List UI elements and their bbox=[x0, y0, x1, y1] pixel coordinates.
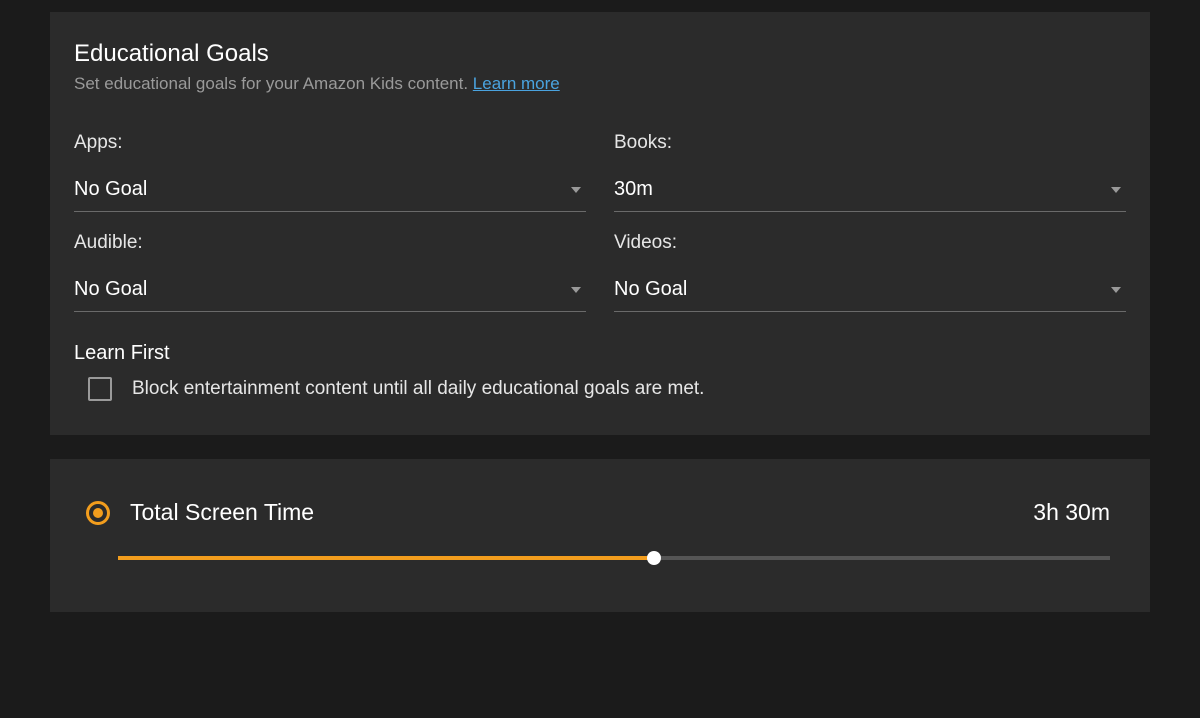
select-videos[interactable]: No Goal bbox=[614, 272, 1126, 312]
chevron-down-icon bbox=[570, 184, 582, 196]
screen-time-title: Total Screen Time bbox=[130, 499, 314, 526]
educational-goals-card: Educational Goals Set educational goals … bbox=[50, 12, 1150, 435]
select-audible[interactable]: No Goal bbox=[74, 272, 586, 312]
select-apps[interactable]: No Goal bbox=[74, 172, 586, 212]
learn-first-checkbox[interactable] bbox=[88, 377, 112, 401]
educational-goals-subtitle: Set educational goals for your Amazon Ki… bbox=[74, 74, 1126, 94]
field-books: Books: 30m bbox=[614, 132, 1126, 212]
chevron-down-icon bbox=[1110, 284, 1122, 296]
goals-grid: Apps: No Goal Books: 30m Audible: No Goa… bbox=[74, 132, 1126, 312]
screen-time-value: 3h 30m bbox=[1033, 499, 1110, 526]
learn-first-title: Learn First bbox=[74, 342, 1126, 365]
field-audible: Audible: No Goal bbox=[74, 232, 586, 312]
screen-time-radio[interactable] bbox=[86, 501, 110, 525]
screen-time-slider[interactable] bbox=[118, 556, 1110, 560]
label-audible: Audible: bbox=[74, 232, 586, 254]
label-apps: Apps: bbox=[74, 132, 586, 154]
learn-more-link[interactable]: Learn more bbox=[473, 74, 560, 93]
radio-inner bbox=[93, 508, 103, 518]
subtitle-text: Set educational goals for your Amazon Ki… bbox=[74, 74, 473, 93]
learn-first-label: Block entertainment content until all da… bbox=[132, 378, 704, 400]
slider-fill bbox=[118, 556, 654, 560]
slider-thumb[interactable] bbox=[647, 551, 661, 565]
chevron-down-icon bbox=[570, 284, 582, 296]
select-videos-value: No Goal bbox=[614, 278, 687, 301]
label-books: Books: bbox=[614, 132, 1126, 154]
field-videos: Videos: No Goal bbox=[614, 232, 1126, 312]
screen-time-card: Total Screen Time 3h 30m bbox=[50, 459, 1150, 612]
screen-time-left: Total Screen Time bbox=[86, 499, 314, 526]
select-books-value: 30m bbox=[614, 178, 653, 201]
educational-goals-title: Educational Goals bbox=[74, 40, 1126, 68]
screen-time-row: Total Screen Time 3h 30m bbox=[74, 487, 1126, 526]
field-apps: Apps: No Goal bbox=[74, 132, 586, 212]
chevron-down-icon bbox=[1110, 184, 1122, 196]
select-apps-value: No Goal bbox=[74, 178, 147, 201]
select-books[interactable]: 30m bbox=[614, 172, 1126, 212]
learn-first-row: Block entertainment content until all da… bbox=[74, 377, 1126, 401]
label-videos: Videos: bbox=[614, 232, 1126, 254]
select-audible-value: No Goal bbox=[74, 278, 147, 301]
